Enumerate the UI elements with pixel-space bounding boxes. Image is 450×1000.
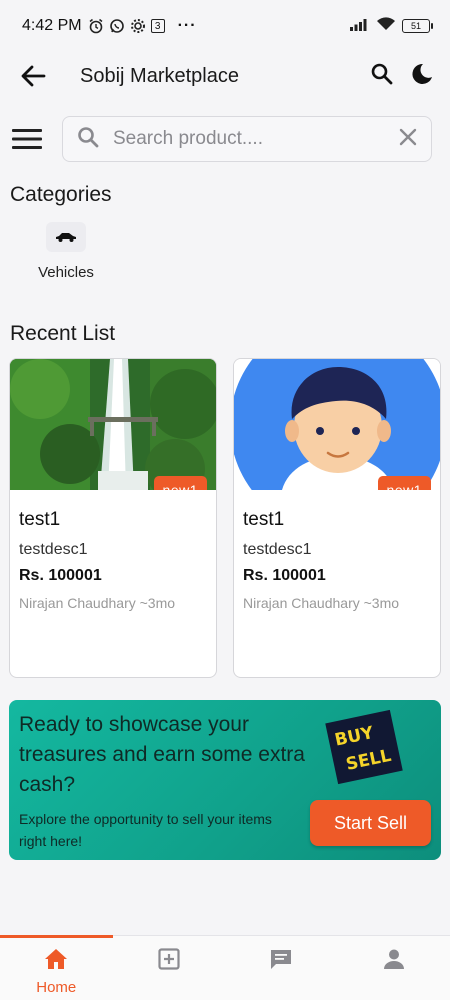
moon-icon[interactable] [410,62,434,91]
promo-subtext: Explore the opportunity to sell your ite… [19,811,272,849]
arrow-left-icon[interactable] [16,59,50,93]
hamburger-menu-icon[interactable] [10,122,44,156]
status-time: 4:42 PM [22,17,82,34]
nav-add-product[interactable] [113,936,226,1000]
svg-text:BUY: BUY [333,723,376,751]
wifi-icon [376,16,396,37]
product-description: testdesc1 [19,541,88,558]
app-bar: Sobij Marketplace [0,52,450,100]
person-icon [383,948,405,975]
svg-text:SELL: SELL [344,746,393,775]
recent-list-heading: Recent List [10,322,116,345]
product-price: Rs. 100001 [19,567,102,584]
more-notifications: ··· [177,17,197,34]
search-icon[interactable] [370,62,394,91]
nav-messages[interactable] [225,936,338,1000]
search-field[interactable] [62,116,432,162]
status-bar: 4:42 PM 3 ··· 51 [0,0,450,52]
start-sell-button[interactable]: Start Sell [310,800,431,846]
sell-promo-banner: Ready to showcase your treasures and ear… [9,700,441,860]
nav-home-label: Home [36,979,77,996]
chat-icon [269,948,293,975]
product-name: test1 [19,509,61,530]
category-label: Vehicles [38,264,94,281]
status-badge: new1 [377,476,431,490]
product-description: testdesc1 [243,541,312,558]
home-icon [44,948,68,975]
product-name: test1 [243,509,285,530]
whatsapp-icon [109,18,125,34]
signal-icon [350,17,370,36]
status-right: 51 [350,16,433,37]
close-icon[interactable] [399,128,417,151]
alarm-icon [88,18,104,34]
category-item-vehicles[interactable]: Vehicles [28,222,104,281]
app-bar-actions [370,62,434,91]
notification-count-icon: 3 [150,19,165,33]
add-box-icon [158,948,180,975]
buy-sell-logo: BUY SELL [325,709,403,785]
nav-profile[interactable] [338,936,450,1000]
status-icons: 3 ··· [88,17,197,35]
categories-heading: Categories [10,183,112,206]
bottom-navigation: Home [0,935,450,1000]
product-price: Rs. 100001 [243,567,326,584]
search-input[interactable] [113,128,399,150]
battery-icon: 51 [402,19,433,33]
settings-gear-icon [130,18,146,34]
promo-headline: Ready to showcase your treasures and ear… [19,713,305,796]
search-icon [77,126,99,153]
search-row [10,116,432,162]
product-seller-meta: Nirajan Chaudhary ~3mo [19,595,176,611]
product-image-waterfall: new1 [10,359,216,490]
nav-home[interactable]: Home [0,935,113,1000]
status-badge: new1 [153,476,207,490]
car-icon [46,222,86,252]
product-image-avatar: new1 [234,359,440,490]
product-seller-meta: Nirajan Chaudhary ~3mo [243,595,400,611]
page-title: Sobij Marketplace [80,64,239,87]
product-card[interactable]: new1 test1 testdesc1 Rs. 100001 Nirajan … [9,358,217,678]
product-card[interactable]: new1 test1 testdesc1 Rs. 100001 Nirajan … [233,358,441,678]
